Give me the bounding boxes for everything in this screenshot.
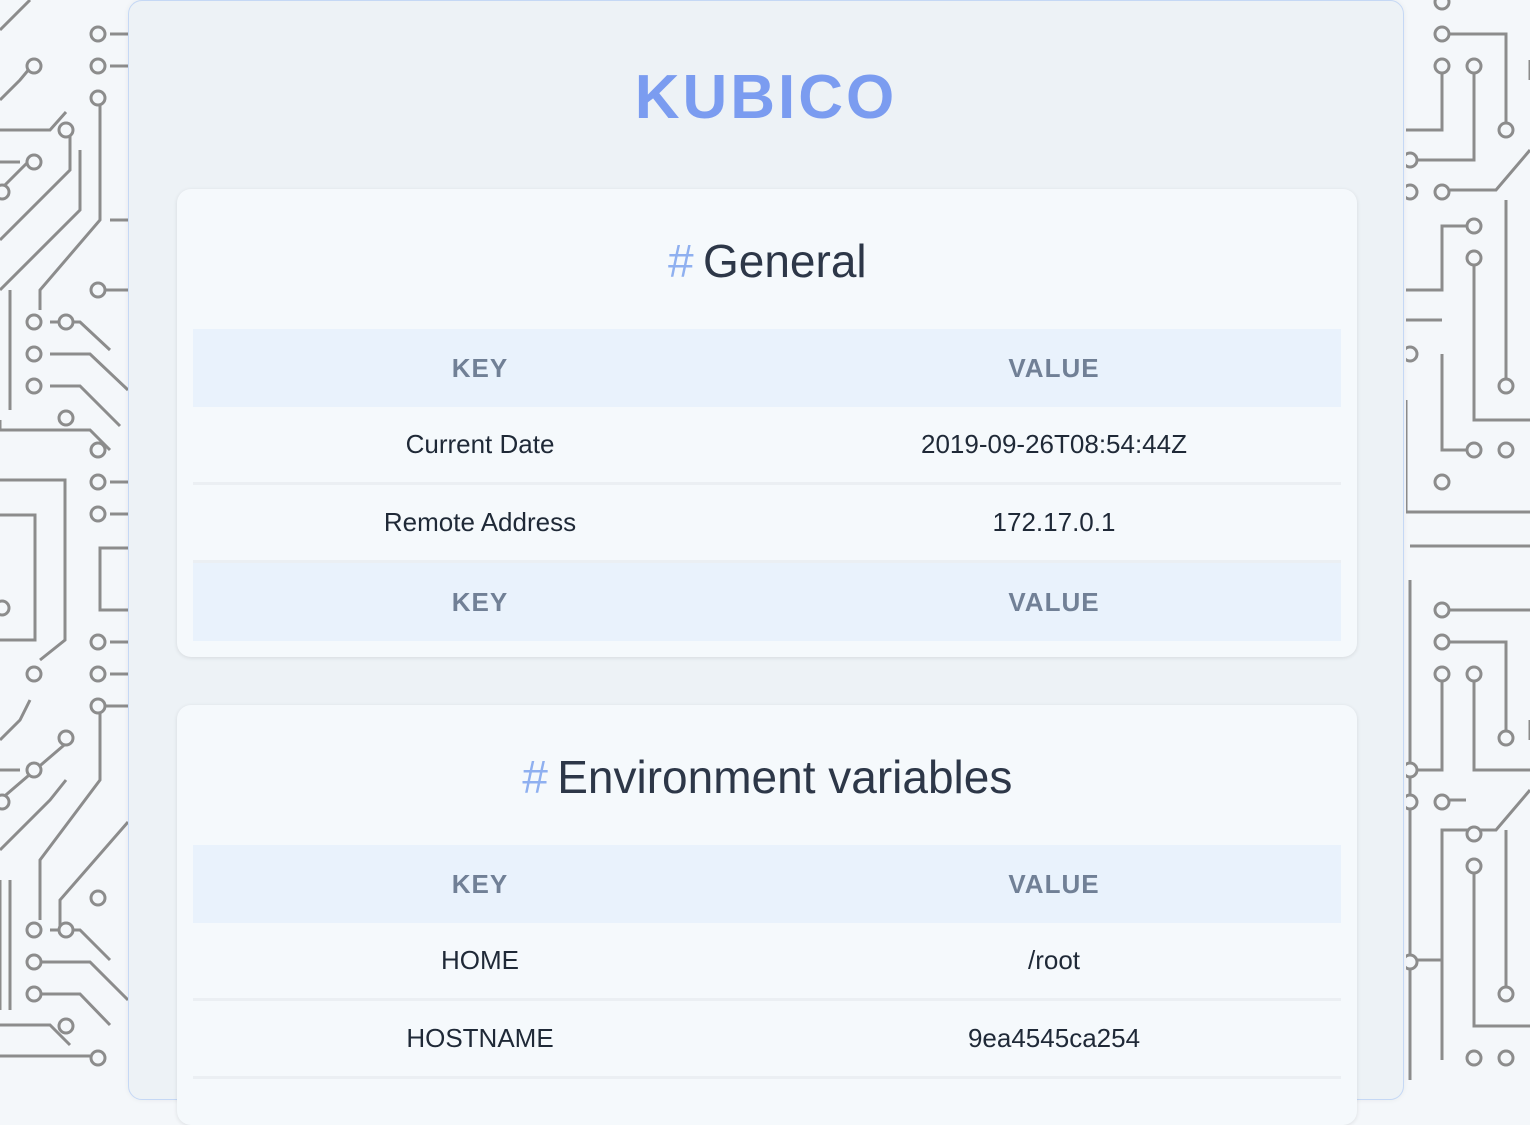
row-value: /root [767,923,1341,1001]
circuit-background-right [1406,0,1530,1080]
value-column-header: VALUE [767,329,1341,407]
value-column-header: VALUE [767,845,1341,923]
row-value: 9ea4545ca254 [767,999,1341,1079]
table-row: HOSTNAME 9ea4545ca254 [193,999,1341,1079]
key-column-header: KEY [193,329,767,407]
row-key: Remote Address [193,483,767,563]
hash-icon: # [667,235,693,287]
general-heading: # General [177,233,1357,289]
environment-title: Environment variables [557,751,1013,803]
row-value: 172.17.0.1 [767,483,1341,563]
general-card: # General KEY VALUE Current Date 2019-09-… [177,189,1357,657]
row-key: HOME [193,923,767,1001]
brand-title: KUBICO [634,63,898,132]
general-title: General [702,235,867,287]
row-key: HOSTNAME [193,999,767,1079]
table-header-row: KEY VALUE [193,845,1341,923]
hash-icon: # [521,751,548,803]
table-footer-row: KEY VALUE [193,561,1341,641]
environment-heading: # Environment variables [177,749,1357,805]
table-row: Remote Address 172.17.0.1 [193,483,1341,563]
table-row: HOME /root [193,923,1341,1001]
table-row: Current Date 2019-09-26T08:54:44Z [193,407,1341,485]
circuit-background-left [0,0,128,1067]
value-column-footer: VALUE [767,561,1341,641]
environment-card: # Environment variables KEY VALUE HOME /r… [177,705,1357,1125]
key-column-header: KEY [193,845,767,923]
row-key: Current Date [193,407,767,485]
table-header-row: KEY VALUE [193,329,1341,407]
row-value: 2019-09-26T08:54:44Z [767,407,1341,485]
main-container: KUBICO # General KEY VALUE Current Date 2… [128,0,1404,1125]
key-column-footer: KEY [193,561,767,641]
general-table: KEY VALUE Current Date 2019-09-26T08:54:… [193,329,1341,641]
environment-table: KEY VALUE HOME /root HOSTNAME 9ea4545ca2… [193,845,1341,1079]
